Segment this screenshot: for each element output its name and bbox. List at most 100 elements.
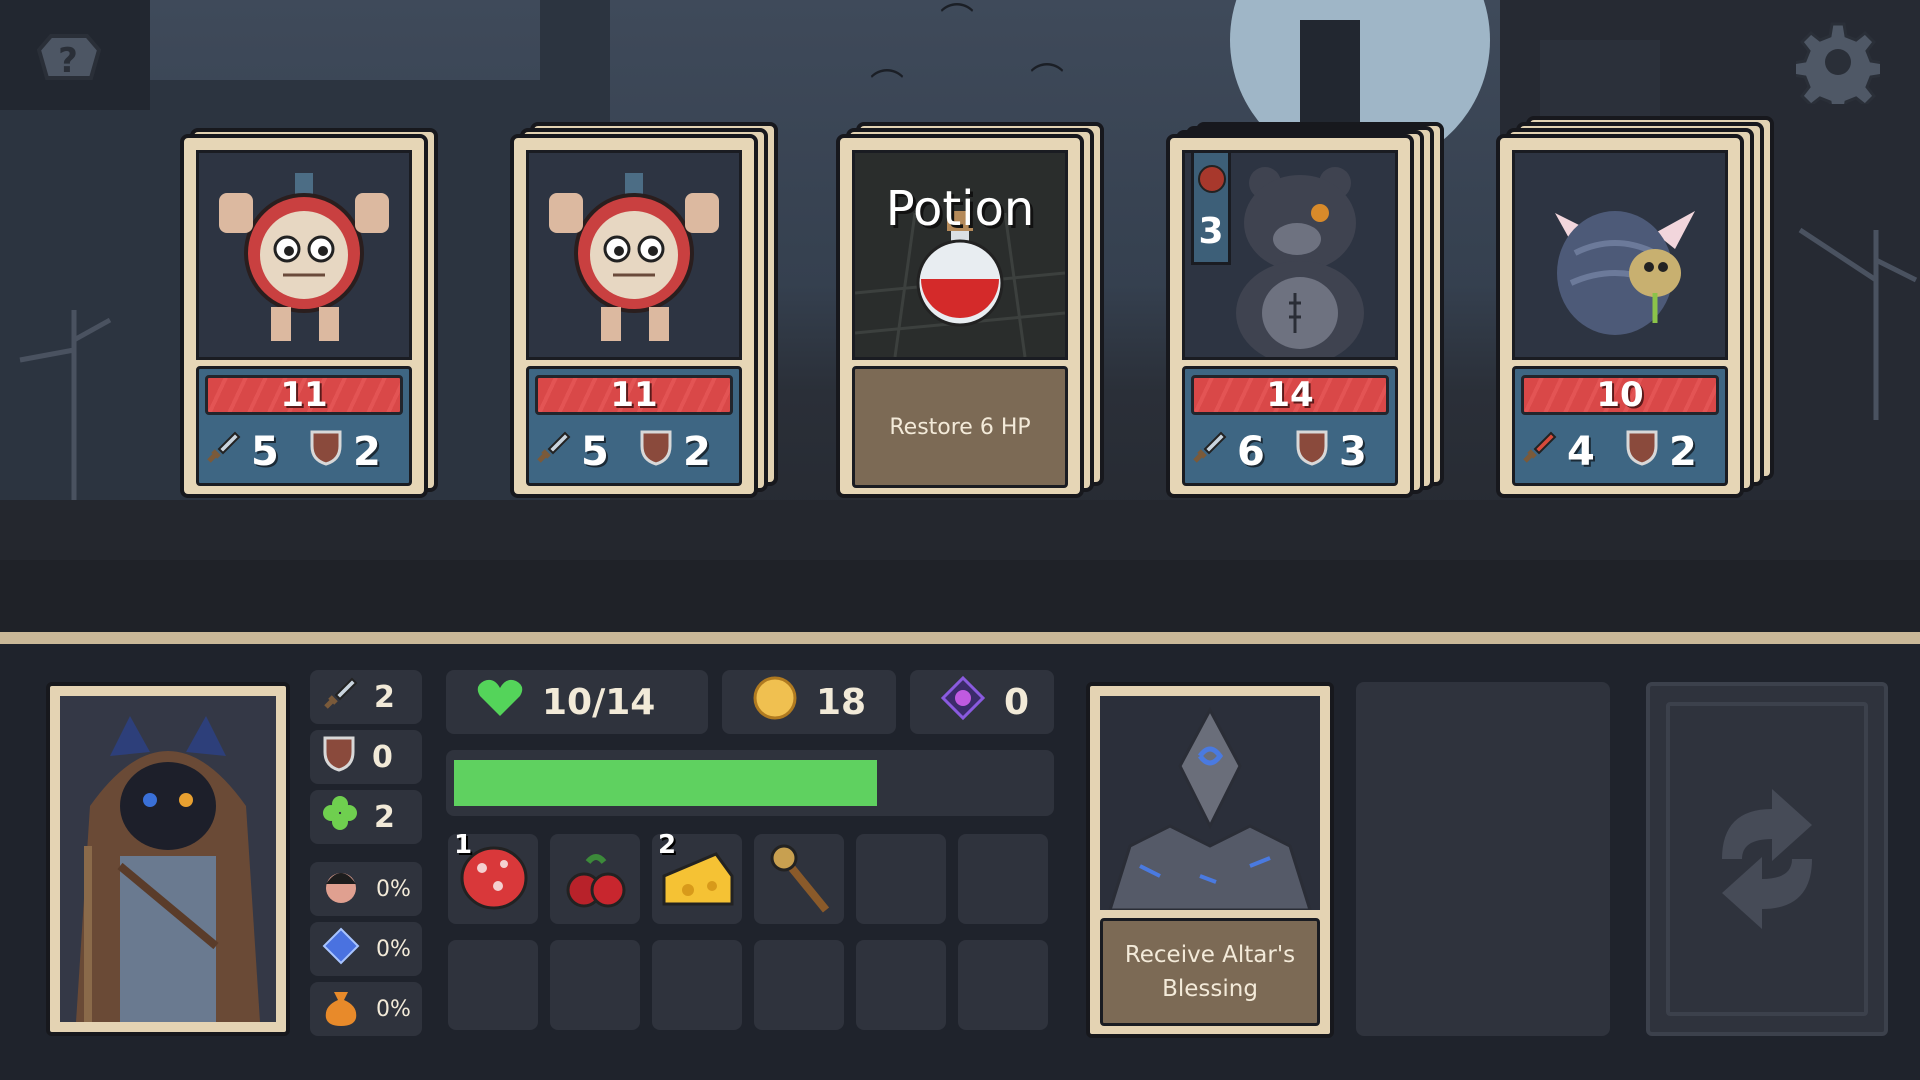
player-luck: 2 [310, 790, 422, 844]
inventory-count: 2 [658, 830, 677, 860]
enemy-attack-value: 6 [1237, 429, 1265, 475]
inventory-slot-empty[interactable] [550, 940, 640, 1030]
enemy-hp-value: 14 [1191, 375, 1389, 415]
inventory-slot-empty[interactable] [856, 834, 946, 924]
player-hp: 10/14 [446, 670, 708, 734]
bat-silhouette: ⌒ [1030, 61, 1064, 101]
potion-description: Restore 6 HP [852, 366, 1068, 488]
player-gold: 18 [722, 670, 896, 734]
shield-icon [1625, 428, 1659, 476]
player-defense: 0 [310, 730, 422, 784]
altar-art [1100, 696, 1320, 910]
dead-tree-right [1798, 227, 1918, 420]
enemy-hp-value: 11 [205, 375, 403, 415]
reroll-arrows-icon [1722, 789, 1812, 929]
player-defense-value: 0 [372, 739, 393, 775]
inventory-slot-empty[interactable] [652, 940, 742, 1030]
player-attack: 2 [310, 670, 422, 724]
divider [0, 632, 1920, 644]
player-hp-bar [446, 750, 1054, 816]
settings-button[interactable] [1796, 20, 1880, 104]
sword-icon [322, 675, 358, 719]
shield-icon [322, 734, 356, 780]
gold-coin-icon [752, 675, 798, 730]
wind-up-clock-toy-art [526, 150, 742, 360]
enemy-hp-value: 10 [1521, 375, 1719, 415]
enemy-attack-value: 4 [1567, 429, 1595, 475]
inventory-slot-empty[interactable] [958, 940, 1048, 1030]
purple-gem-icon [940, 675, 986, 730]
inventory-slot-empty[interactable] [448, 940, 538, 1030]
enemy-hp-value: 11 [535, 375, 733, 415]
inventory-slot-mushroom[interactable]: 1 [448, 830, 538, 924]
altar-event-description: Receive Altar's Blessing [1100, 918, 1320, 1026]
player-gold-bonus-value: 0% [376, 996, 411, 1022]
enemy-card[interactable]: 3 14 6 3 [1166, 122, 1444, 498]
enemy-attack: 5 [205, 427, 279, 477]
poison-sword-icon [1521, 429, 1557, 475]
enemy-level-value: 3 [1198, 211, 1224, 252]
inventory-slot-cheese[interactable]: 2 [652, 830, 742, 924]
potion-art: Potion [852, 150, 1068, 360]
enemy-level-tag: 3 [1191, 153, 1231, 265]
player-gold-bonus: 0% [310, 982, 422, 1036]
help-button[interactable]: ? [26, 18, 110, 102]
player-hp-value: 10/14 [542, 681, 656, 723]
player-gem-chance: 0% [310, 922, 422, 976]
player-gem-chance-value: 0% [376, 936, 411, 962]
gear-icon [1796, 22, 1880, 104]
cherries-icon [566, 854, 626, 908]
enemy-attack: 6 [1191, 427, 1265, 477]
gold-pouch-icon [322, 986, 360, 1032]
wooden-staff-icon [770, 844, 830, 913]
enemy-defense: 3 [1295, 427, 1367, 477]
bat-silhouette: ⌒ [870, 67, 904, 107]
inventory-slot-staff[interactable] [754, 834, 844, 924]
berry-icon [1196, 163, 1228, 204]
altar-event-card[interactable]: Receive Altar's Blessing [1086, 682, 1334, 1038]
enemy-attack-value: 5 [581, 429, 609, 475]
player-crit-chance: 0% [310, 862, 422, 916]
hooded-cat-mage-art [60, 696, 276, 1022]
player-portrait[interactable] [46, 682, 290, 1036]
enemy-card[interactable]: 11 5 2 [180, 128, 438, 498]
player-luck-value: 2 [374, 799, 395, 835]
enemy-card[interactable]: 10 4 2 [1496, 116, 1774, 498]
enemy-defense-value: 3 [1339, 429, 1367, 475]
svg-text:?: ? [58, 41, 78, 81]
face-icon [322, 866, 360, 912]
bat-silhouette: ⌒ [940, 1, 974, 41]
dead-tree-left [19, 310, 112, 500]
enemy-card[interactable]: 11 5 2 [510, 122, 778, 498]
inventory-slot-cherries[interactable] [550, 834, 640, 924]
enemy-attack: 4 [1521, 427, 1595, 477]
empty-card-slot [1356, 682, 1610, 1036]
wind-up-clock-toy-art [196, 150, 412, 360]
reroll-button[interactable] [1646, 682, 1888, 1036]
shield-icon [639, 428, 673, 476]
hermit-crab-fly-art [1512, 150, 1728, 360]
inventory-slot-empty[interactable] [958, 834, 1048, 924]
shield-icon [309, 428, 343, 476]
enemy-defense-value: 2 [1669, 429, 1697, 475]
sword-icon [535, 429, 571, 475]
inventory-slot-empty[interactable] [856, 940, 946, 1030]
heart-icon [476, 678, 524, 727]
player-gold-value: 18 [816, 681, 867, 723]
player-soul-gems: 0 [910, 670, 1054, 734]
player-attack-value: 2 [374, 679, 395, 715]
player-crit-chance-value: 0% [376, 876, 411, 902]
enemy-attack-value: 5 [251, 429, 279, 475]
inventory-slot-empty[interactable] [754, 940, 844, 1030]
enemy-attack: 5 [535, 427, 609, 477]
potion-card[interactable]: Potion Restore 6 HP [836, 122, 1104, 498]
enemy-defense: 2 [1625, 427, 1697, 477]
player-soul-gems-value: 0 [1004, 681, 1030, 723]
blue-gem-icon [322, 927, 360, 971]
help-question-icon: ? [36, 34, 102, 81]
inventory-count: 1 [454, 830, 473, 860]
enemy-defense-value: 2 [353, 429, 381, 475]
shield-icon [1295, 428, 1329, 476]
sword-icon [205, 429, 241, 475]
player-hp-bar-fill [454, 760, 877, 806]
